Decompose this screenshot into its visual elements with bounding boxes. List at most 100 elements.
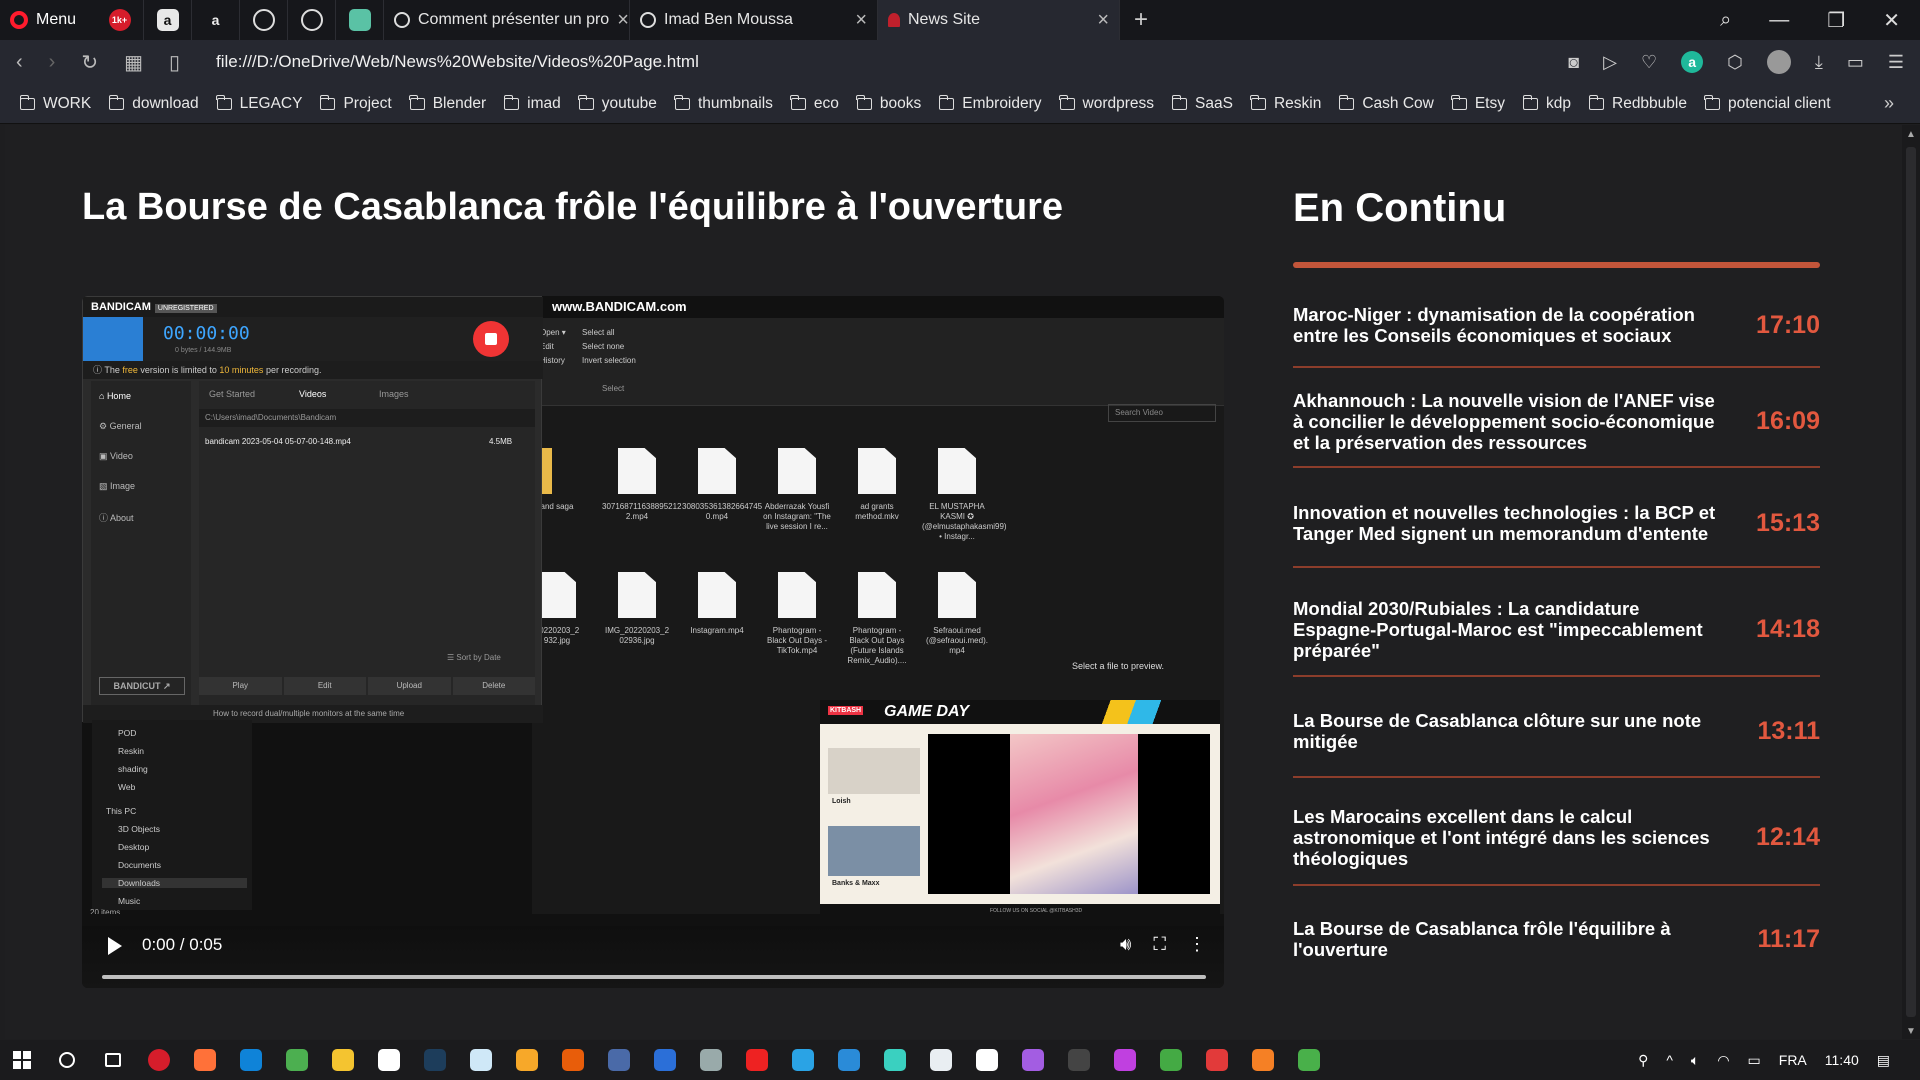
close-window-button[interactable]: ✕ [1883, 8, 1900, 33]
extensions-icon[interactable]: ⬡ [1727, 52, 1743, 73]
taskbar-app-icon[interactable] [458, 1040, 504, 1080]
bookmark-item[interactable]: eco [790, 94, 839, 113]
pinned-tab-2[interactable]: a [144, 0, 192, 40]
bookmark-item[interactable]: imad [503, 94, 561, 113]
bookmark-item[interactable]: download [108, 94, 199, 113]
pinned-tab-5[interactable] [288, 0, 336, 40]
bookmark-item[interactable]: Etsy [1451, 94, 1505, 113]
taskbar-app-icon[interactable] [642, 1040, 688, 1080]
battery-icon[interactable]: ▭ [1847, 52, 1864, 73]
new-tab-button[interactable]: + [1134, 6, 1148, 34]
news-item[interactable]: Akhannouch : La nouvelle vision de l'ANE… [1293, 376, 1820, 468]
minimize-button[interactable]: — [1769, 9, 1789, 32]
opera-menu-button[interactable]: Menu [0, 0, 96, 40]
restore-button[interactable]: ❐ [1827, 8, 1845, 33]
taskbar-app-icon[interactable] [136, 1040, 182, 1080]
notifications-icon[interactable]: ▤ [1877, 1052, 1890, 1069]
profile-avatar[interactable] [1766, 50, 1791, 74]
play-icon[interactable] [108, 937, 122, 955]
download-icon[interactable]: ⤓ [1815, 52, 1823, 73]
taskbar-app-icon[interactable] [274, 1040, 320, 1080]
easy-setup-icon[interactable]: ☰ [1888, 52, 1904, 73]
volume-icon[interactable]: 🔊︎ [1120, 934, 1131, 955]
taskbar-clock[interactable]: 11:40 [1825, 1052, 1859, 1068]
video-progress-bar[interactable] [102, 975, 1206, 979]
taskbar-app-icon[interactable] [366, 1040, 412, 1080]
taskbar-app-icon[interactable] [1056, 1040, 1102, 1080]
news-item[interactable]: Les Marocains excellent dans le calcul a… [1293, 790, 1820, 886]
bookmark-item[interactable]: thumbnails [674, 94, 773, 113]
people-icon[interactable]: ⚲ [1638, 1052, 1648, 1069]
taskbar-app-icon[interactable] [1102, 1040, 1148, 1080]
taskbar-app-icon[interactable] [412, 1040, 458, 1080]
address-field[interactable]: file:///D:/OneDrive/Web/News%20Website/V… [216, 52, 699, 72]
search-icon[interactable] [44, 1040, 90, 1080]
forward-button[interactable]: › [49, 51, 56, 74]
scroll-up-icon[interactable]: ▲ [1906, 129, 1916, 140]
bookmark-item[interactable]: Project [319, 94, 392, 113]
taskbar-app-icon[interactable] [1286, 1040, 1332, 1080]
back-button[interactable]: ‹ [16, 51, 23, 74]
scroll-down-icon[interactable]: ▼ [1906, 1026, 1916, 1037]
taskbar-app-icon[interactable] [596, 1040, 642, 1080]
taskbar-app-icon[interactable] [504, 1040, 550, 1080]
taskbar-app-icon[interactable] [228, 1040, 274, 1080]
pinned-tab-3[interactable]: a [192, 0, 240, 40]
bookmark-item[interactable]: LEGACY [216, 94, 302, 113]
taskbar-app-icon[interactable] [1148, 1040, 1194, 1080]
close-tab-icon[interactable]: × [855, 9, 867, 32]
bookmark-item[interactable]: kdp [1522, 94, 1571, 113]
taskbar-app-icon[interactable] [688, 1040, 734, 1080]
taskbar-app-icon[interactable] [1240, 1040, 1286, 1080]
more-options-icon[interactable]: ⋮ [1188, 934, 1206, 955]
news-item[interactable]: La Bourse de Casablanca clôture sur une … [1293, 686, 1820, 778]
taskbar-app-icon[interactable] [826, 1040, 872, 1080]
wifi-icon[interactable]: ◠ [1717, 1052, 1729, 1069]
snapshot-icon[interactable]: ◙ [1568, 52, 1579, 73]
taskbar-app-icon[interactable] [1010, 1040, 1056, 1080]
taskbar-app-icon[interactable] [320, 1040, 366, 1080]
bookmark-item[interactable]: Blender [409, 94, 486, 113]
pinned-tab-4[interactable] [240, 0, 288, 40]
news-item[interactable]: Mondial 2030/Rubiales : La candidature E… [1293, 583, 1820, 677]
close-tab-icon[interactable]: × [1097, 9, 1109, 32]
heart-icon[interactable]: ♡ [1641, 52, 1657, 73]
reload-button[interactable]: ↻ [81, 50, 98, 75]
news-item[interactable]: La Bourse de Casablanca frôle l'équilibr… [1293, 894, 1820, 984]
bookmark-item[interactable]: youtube [578, 94, 657, 113]
bookmark-item[interactable]: books [856, 94, 921, 113]
bookmark-item[interactable]: wordpress [1059, 94, 1154, 113]
tray-chevron-icon[interactable]: ^ [1666, 1052, 1673, 1068]
battery-tray-icon[interactable]: ▭ [1748, 1052, 1761, 1069]
bookmark-item[interactable]: potencial client [1704, 94, 1831, 113]
taskbar-app-icon[interactable] [1194, 1040, 1240, 1080]
send-icon[interactable]: ▷ [1603, 52, 1617, 73]
close-tab-icon[interactable]: × [617, 9, 629, 32]
news-item[interactable]: Maroc-Niger : dynamisation de la coopéra… [1293, 284, 1820, 368]
taskbar-app-icon[interactable] [918, 1040, 964, 1080]
scroll-thumb[interactable] [1906, 147, 1916, 1017]
language-indicator[interactable]: FRA [1779, 1052, 1807, 1068]
tab-grid-button[interactable]: ▦ [124, 50, 143, 75]
news-item[interactable]: Innovation et nouvelles technologies : l… [1293, 480, 1820, 568]
page-scrollbar[interactable]: ▲ ▼ [1902, 125, 1920, 1039]
taskbar-app-icon[interactable] [872, 1040, 918, 1080]
bookmark-item[interactable]: Redbbuble [1588, 94, 1687, 113]
fullscreen-icon[interactable]: ⛶ [1153, 934, 1166, 955]
video-player[interactable]: www.BANDICAM.com Open ▾ Edit History Sel… [82, 296, 1224, 988]
taskbar-app-icon[interactable] [550, 1040, 596, 1080]
search-tabs-icon[interactable]: ⌕ [1720, 9, 1731, 32]
start-button[interactable] [0, 1040, 44, 1080]
bookmark-item[interactable]: SaaS [1171, 94, 1233, 113]
volume-tray-icon[interactable]: 🔈︎ [1691, 1052, 1699, 1069]
tab-news-site[interactable]: News Site × [878, 0, 1120, 40]
bookmark-item[interactable]: Embroidery [938, 94, 1042, 113]
bookmark-item[interactable]: WORK [19, 94, 91, 113]
bookmark-item[interactable]: Cash Cow [1338, 94, 1434, 113]
bookmarks-overflow-icon[interactable]: » [1884, 93, 1894, 114]
taskbar-app-icon[interactable] [734, 1040, 780, 1080]
tab-imad-ben-moussa[interactable]: Imad Ben Moussa × [630, 0, 878, 40]
tab-comment-presenter[interactable]: Comment présenter un pro × [384, 0, 630, 40]
taskbar-app-icon[interactable] [964, 1040, 1010, 1080]
bookmark-item[interactable]: Reskin [1250, 94, 1321, 113]
